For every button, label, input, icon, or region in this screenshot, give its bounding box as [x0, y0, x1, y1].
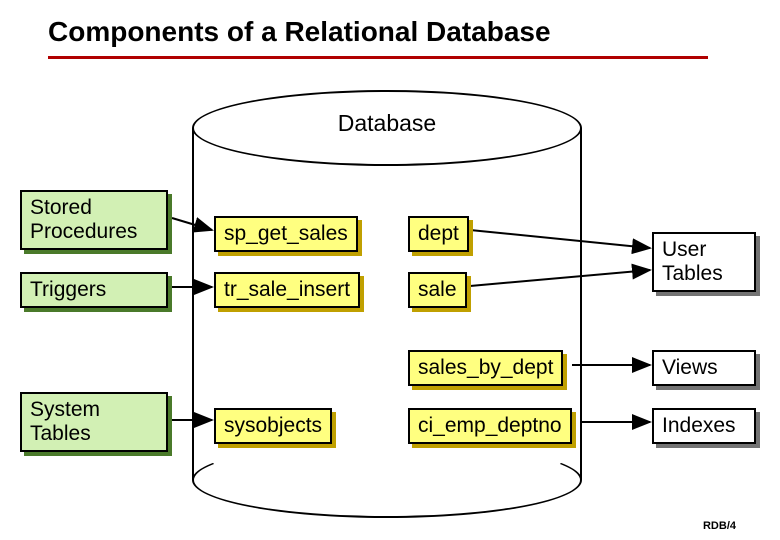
- item-sales-by-dept: sales_by_dept: [408, 350, 563, 386]
- page-title: Components of a Relational Database: [48, 16, 551, 48]
- label-views: Views: [652, 350, 756, 386]
- label-stored-procedures: Stored Procedures: [20, 190, 168, 250]
- label-indexes: Indexes: [652, 408, 756, 444]
- label-triggers: Triggers: [20, 272, 168, 308]
- label-user-tables: User Tables: [652, 232, 756, 292]
- item-sp-get-sales: sp_get_sales: [214, 216, 358, 252]
- cylinder-bottom: [192, 442, 582, 518]
- label-system-tables: System Tables: [20, 392, 168, 452]
- footer-slide-number: RDB/4: [703, 520, 736, 532]
- title-underline: [48, 56, 708, 59]
- database-label: Database: [192, 110, 582, 137]
- item-dept: dept: [408, 216, 469, 252]
- item-sale: sale: [408, 272, 467, 308]
- item-tr-sale-insert: tr_sale_insert: [214, 272, 360, 308]
- item-ci-emp-deptno: ci_emp_deptno: [408, 408, 572, 444]
- item-sysobjects: sysobjects: [214, 408, 332, 444]
